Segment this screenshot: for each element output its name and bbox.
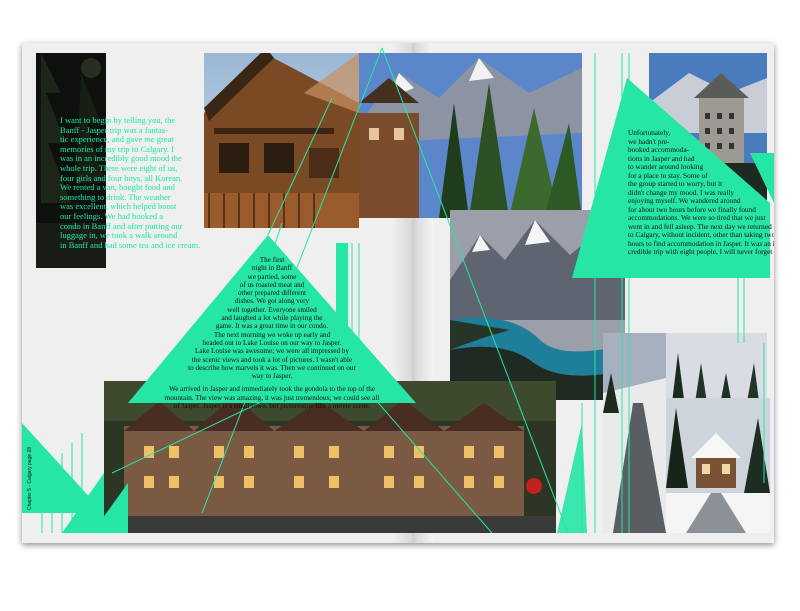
mountain-lodge-photo <box>359 53 582 218</box>
magazine-spread: I want to begin by telling you, the Banf… <box>22 43 774 543</box>
text-line: the scenic views and took a lot of pictu… <box>191 355 353 364</box>
text-line: credible trip with eight people, I will … <box>628 247 774 256</box>
text-line: well together. Everyone smiled <box>227 305 317 314</box>
page-folio: Chapter 5 - Calgary page 28 <box>26 443 34 513</box>
text-line: game. It was a great time in our condo. <box>215 322 329 331</box>
text-line: The next morning we woke up early and <box>213 330 331 339</box>
text-line: way to Jasper. <box>251 372 293 381</box>
text-line: headed out to Lake Louise on our way to … <box>202 338 342 347</box>
text-line: we partied, some <box>247 272 297 281</box>
right-text-block: Unfortunately, we hadn't pre- booked acc… <box>628 128 774 257</box>
text-line: other prepared different <box>237 289 307 298</box>
text-line: night in Banff <box>251 264 293 273</box>
triangle-text-block: The first night in Banff we partied, som… <box>128 256 416 410</box>
snowy-road-photo <box>603 333 666 533</box>
intro-text-block: I want to begin by telling you, the Banf… <box>60 115 210 250</box>
text-line: Lake Louise was awesome; we were all imp… <box>194 347 350 356</box>
snow-chalet-photo <box>666 398 770 533</box>
text-line: The first <box>259 256 285 264</box>
text-line: in Banff and had some tea and ice cream. <box>60 239 201 250</box>
text-line: of Jasper. Jasper is a small town, but p… <box>173 402 371 411</box>
chalet-photo <box>204 53 359 228</box>
mountain-lake-photo <box>450 210 625 400</box>
text-line: mountain. The view was amazing, it was j… <box>164 393 380 402</box>
text-line: of us roasted meat and <box>239 280 305 289</box>
text-line: We arrived in Jasper and immediately too… <box>168 385 375 394</box>
text-line: and laughed a lot while playing the <box>221 314 323 323</box>
text-line: to describe how marvels it was. Then we … <box>188 363 356 372</box>
text-line: dishes. We got along very <box>234 297 310 306</box>
